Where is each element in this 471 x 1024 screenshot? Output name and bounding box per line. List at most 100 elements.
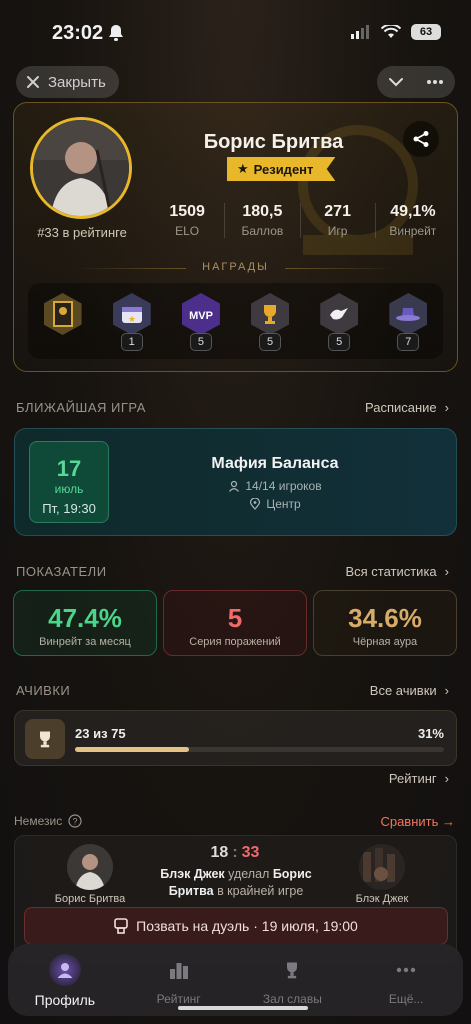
profile-avatar xyxy=(30,117,132,219)
stat-label: Винрейт xyxy=(389,224,437,238)
award-count: 5 xyxy=(189,333,212,351)
game-month: июль xyxy=(54,482,84,496)
avatar-photo xyxy=(33,120,129,216)
all-achievements-link-label: Все ачивки xyxy=(369,683,437,698)
achievements-header: АЧИВКИ Все ачивки › xyxy=(16,683,449,698)
tab-more[interactable]: Ещё... xyxy=(349,944,463,1016)
game-players: 14/14 игроков xyxy=(135,479,415,493)
metric-black-aura[interactable]: 34.6% Чёрная аура xyxy=(313,590,457,656)
close-label: Закрыть xyxy=(48,73,106,91)
chevron-right-icon: › xyxy=(444,400,449,415)
help-icon[interactable]: ? xyxy=(68,814,82,828)
all-stats-link[interactable]: Вся статистика › xyxy=(345,564,449,579)
metric-value: 34.6% xyxy=(348,603,422,633)
achievements-percent: 31% xyxy=(417,726,444,741)
stat-label: Баллов xyxy=(241,224,284,238)
top-bar: Закрыть xyxy=(16,66,455,100)
award-count: 1 xyxy=(120,333,143,351)
desc-winner: Блэк Джек xyxy=(160,867,225,881)
more-dots-icon[interactable] xyxy=(426,79,444,85)
tab-label: Зал славы xyxy=(262,992,322,1006)
close-button[interactable]: Закрыть xyxy=(16,66,119,98)
stat-value: 180,5 xyxy=(242,203,283,220)
rating-link[interactable]: Рейтинг › xyxy=(389,771,449,786)
awards-list: ★ 1 MVP 5 5 5 7 xyxy=(28,283,443,359)
duel-button[interactable]: Позвать на дуэль · 19 июля, 19:00 xyxy=(24,907,448,945)
star-icon: ★ xyxy=(237,161,249,176)
score-right: 33 xyxy=(241,844,260,861)
schedule-link[interactable]: Расписание › xyxy=(365,400,449,415)
award-item[interactable] xyxy=(41,293,85,351)
menu-pill xyxy=(377,66,455,98)
award-count: 7 xyxy=(397,333,420,351)
signal-icon xyxy=(351,25,369,39)
battery-indicator: 63 xyxy=(411,24,441,40)
all-achievements-link[interactable]: Все ачивки › xyxy=(370,683,449,698)
location-pin-icon xyxy=(250,498,261,510)
stat-value: 1509 xyxy=(169,203,205,220)
metrics-header: ПОКАЗАТЕЛИ Вся статистика › xyxy=(16,564,449,579)
share-icon xyxy=(413,131,429,147)
tab-label: Профиль xyxy=(34,992,96,1008)
next-game-card[interactable]: 17 июль Пт, 19:30 Мафия Баланса 14/14 иг… xyxy=(14,428,457,536)
nemesis-description: Блэк Джек уделал Борис Бритва в крайней … xyxy=(145,866,327,900)
game-date-box: 17 июль Пт, 19:30 xyxy=(29,441,109,523)
award-item[interactable]: 7 xyxy=(386,293,430,351)
stat-winrate: 49,1% Винрейт xyxy=(374,203,450,238)
duel-label: Позвать на дуэль · 19 июля, 19:00 xyxy=(136,918,358,934)
award-item[interactable]: 5 xyxy=(248,293,292,351)
tab-label: Рейтинг xyxy=(156,992,201,1006)
nemesis-title: Немезис xyxy=(14,814,63,828)
stat-value: 271 xyxy=(324,203,351,220)
tab-label: Ещё... xyxy=(388,992,424,1006)
desc-tail: в крайней игре xyxy=(213,884,304,898)
divider xyxy=(285,268,395,269)
next-game-header: БЛИЖАЙШАЯ ИГРА Расписание › xyxy=(16,400,449,415)
trophy-icon xyxy=(251,293,290,335)
share-button[interactable] xyxy=(403,121,439,157)
chevron-right-icon: › xyxy=(444,564,449,579)
award-item[interactable]: MVP 5 xyxy=(179,293,223,351)
metric-loss-streak[interactable]: 5 Серия поражений xyxy=(163,590,307,656)
metric-value: 47.4% xyxy=(48,603,122,633)
game-title: Мафия Баланса xyxy=(211,455,339,472)
wifi-icon xyxy=(381,25,401,38)
award-item[interactable]: ★ 1 xyxy=(110,293,154,351)
location-name: Центр xyxy=(266,497,301,511)
compare-link[interactable]: Сравнить → xyxy=(380,814,455,829)
tab-profile[interactable]: Профиль xyxy=(8,944,122,1016)
metric-label: Серия поражений xyxy=(189,636,281,648)
player-avatar xyxy=(67,844,113,890)
trophy-icon xyxy=(25,719,65,759)
award-item[interactable]: 5 xyxy=(317,293,361,351)
close-icon xyxy=(27,76,39,88)
profile-name: Борис Бритва xyxy=(203,131,344,153)
stat-elo: 1509 ELO xyxy=(150,203,224,238)
calendar-star-icon: ★ xyxy=(112,293,151,335)
achievements-progress-bar xyxy=(75,747,444,752)
metric-value: 5 xyxy=(227,603,243,633)
stat-points: 180,5 Баллов xyxy=(224,203,299,238)
section-title: БЛИЖАЙШАЯ ИГРА xyxy=(16,400,146,415)
desc-verb: уделал xyxy=(224,867,273,881)
svg-text:?: ? xyxy=(73,817,78,827)
svg-text:MVP: MVP xyxy=(189,310,213,322)
home-indicator xyxy=(178,1006,308,1010)
status-bar: 23:02 63 xyxy=(0,0,471,60)
status-time: 23:02 xyxy=(52,22,104,44)
portrait-award-icon xyxy=(43,293,82,335)
stat-label: ELO xyxy=(175,224,200,238)
section-title: АЧИВКИ xyxy=(16,683,71,698)
chevron-down-icon[interactable] xyxy=(388,77,404,87)
all-stats-link-label: Вся статистика xyxy=(345,564,437,579)
metric-monthly-winrate[interactable]: 47.4% Винрейт за месяц xyxy=(13,590,157,656)
achievements-card[interactable]: 23 из 75 31% xyxy=(14,710,457,766)
game-location: Центр xyxy=(135,497,415,511)
metric-label: Винрейт за месяц xyxy=(39,636,131,648)
bell-muted-icon xyxy=(109,25,123,41)
duel-icon xyxy=(114,918,128,934)
hat-icon xyxy=(389,293,428,335)
stats-row: 1509 ELO 180,5 Баллов 271 Игр 49,1% Винр… xyxy=(150,203,450,238)
game-day: 17 xyxy=(56,456,82,481)
players-count: 14/14 игроков xyxy=(245,479,322,493)
